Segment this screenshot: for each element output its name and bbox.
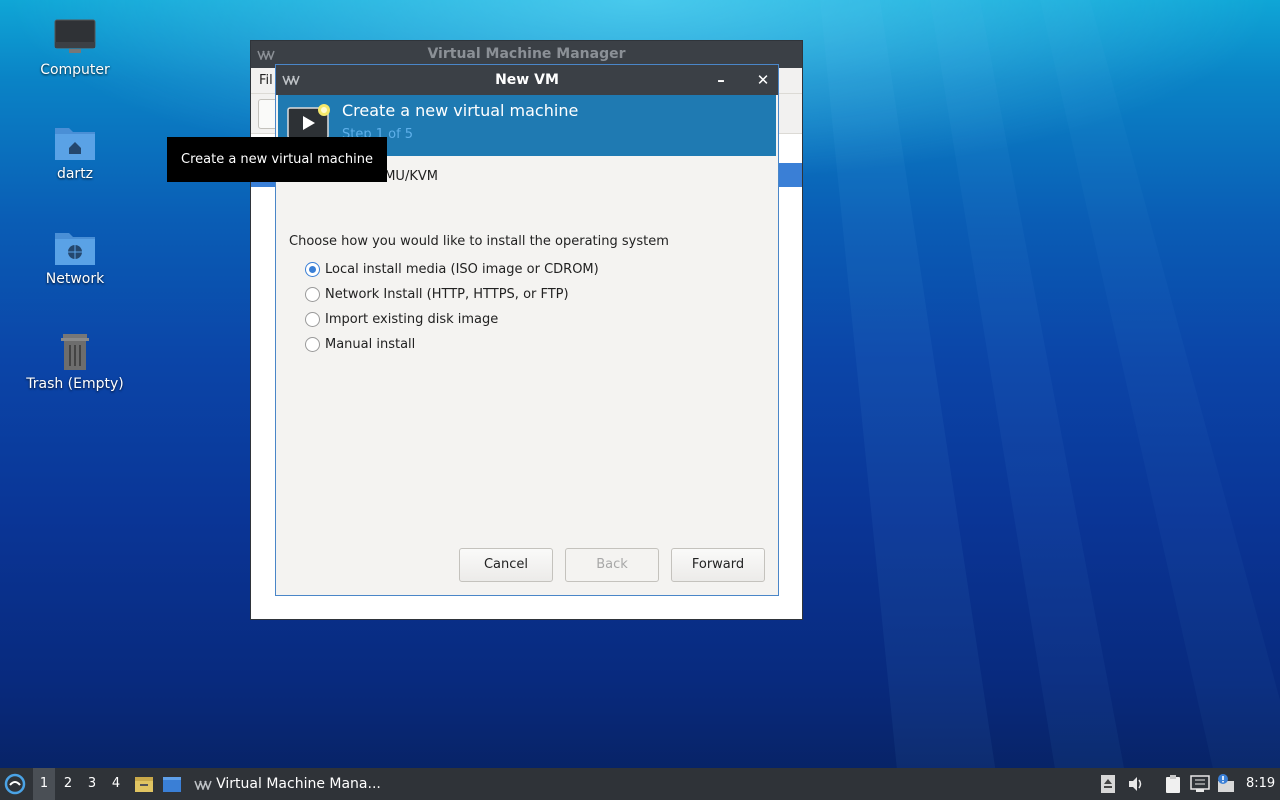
radio-unchecked-icon[interactable] — [305, 336, 320, 352]
lxqt-logo-icon — [4, 773, 26, 795]
desktop-icon — [163, 777, 181, 792]
close-button[interactable]: ✕ — [750, 65, 776, 95]
task-virtual-machine-manager[interactable]: Virtual Machine Mana... — [194, 768, 394, 800]
workspace-2[interactable]: 2 — [57, 768, 79, 800]
workspace-4[interactable]: 4 — [105, 768, 127, 800]
vmm-app-icon — [282, 75, 300, 85]
vmm-app-icon — [257, 50, 275, 60]
install-method-question: Choose how you would like to install the… — [289, 234, 669, 249]
vmm-window-title: Virtual Machine Manager — [427, 46, 626, 62]
network-icon — [1190, 775, 1210, 792]
minimize-button[interactable]: – — [708, 65, 734, 95]
radio-unchecked-icon[interactable] — [305, 286, 320, 302]
tooltip: Create a new virtual machine — [167, 137, 387, 182]
taskbar: 1 2 3 4 Virtual Machine Mana... 8:19 — [0, 768, 1280, 800]
tray-notifications[interactable] — [1216, 768, 1238, 800]
option-import-disk[interactable]: Import existing disk image — [305, 309, 498, 329]
tray-network[interactable] — [1190, 768, 1212, 800]
file-manager-icon — [135, 777, 153, 792]
forward-button[interactable]: Forward — [671, 548, 765, 582]
desktop-icon-trash[interactable]: Trash (Empty) — [20, 332, 130, 392]
tray-clipboard[interactable] — [1164, 768, 1184, 800]
desktop-icon-computer[interactable]: Computer — [20, 18, 130, 78]
desktop-icon-label: Trash (Empty) — [26, 376, 124, 392]
desktop-icon-dartz[interactable]: dartz — [20, 122, 130, 182]
file-manager-launcher[interactable] — [134, 768, 156, 800]
desktop-icon-label: Network — [45, 271, 105, 287]
cancel-button[interactable]: Cancel — [459, 548, 553, 582]
option-network-install[interactable]: Network Install (HTTP, HTTPS, or FTP) — [305, 284, 569, 304]
radio-checked-icon[interactable] — [305, 261, 320, 277]
vmm-app-icon — [194, 780, 212, 791]
desktop-icon-label: dartz — [56, 166, 94, 182]
option-manual-install[interactable]: Manual install — [305, 334, 415, 354]
task-label: Virtual Machine Mana... — [216, 776, 381, 792]
computer-icon — [54, 19, 96, 53]
option-label: Manual install — [325, 336, 416, 352]
desktop-icon-label: Computer — [40, 62, 110, 78]
option-label: Import existing disk image — [325, 311, 499, 327]
new-vm-titlebar[interactable]: New VM – ✕ — [276, 65, 778, 95]
radio-unchecked-icon[interactable] — [305, 311, 320, 327]
option-label: Local install media (ISO image or CDROM) — [325, 261, 599, 277]
option-label: Network Install (HTTP, HTTPS, or FTP) — [325, 286, 569, 302]
notification-icon — [1218, 774, 1234, 792]
clipboard-icon — [1166, 775, 1180, 793]
clock[interactable]: 8:19 — [1246, 768, 1278, 800]
home-folder-icon — [55, 128, 95, 160]
volume-icon — [1129, 777, 1142, 791]
back-button[interactable]: Back — [565, 548, 659, 582]
workspace-1[interactable]: 1 — [33, 768, 55, 800]
eject-icon — [1101, 775, 1115, 793]
show-desktop-launcher[interactable] — [162, 768, 184, 800]
network-folder-icon — [55, 233, 95, 265]
tray-eject[interactable] — [1100, 768, 1118, 800]
workspace-3[interactable]: 3 — [81, 768, 103, 800]
option-local-install[interactable]: Local install media (ISO image or CDROM) — [305, 259, 599, 279]
wizard-title: Create a new virtual machine — [342, 101, 579, 120]
desktop-icon-network[interactable]: Network — [20, 227, 130, 287]
tray-volume[interactable] — [1127, 768, 1147, 800]
dialog-title: New VM — [495, 72, 559, 88]
trash-icon — [61, 334, 89, 370]
start-menu-button[interactable] — [4, 768, 28, 800]
menu-file[interactable]: Fil — [259, 73, 273, 88]
